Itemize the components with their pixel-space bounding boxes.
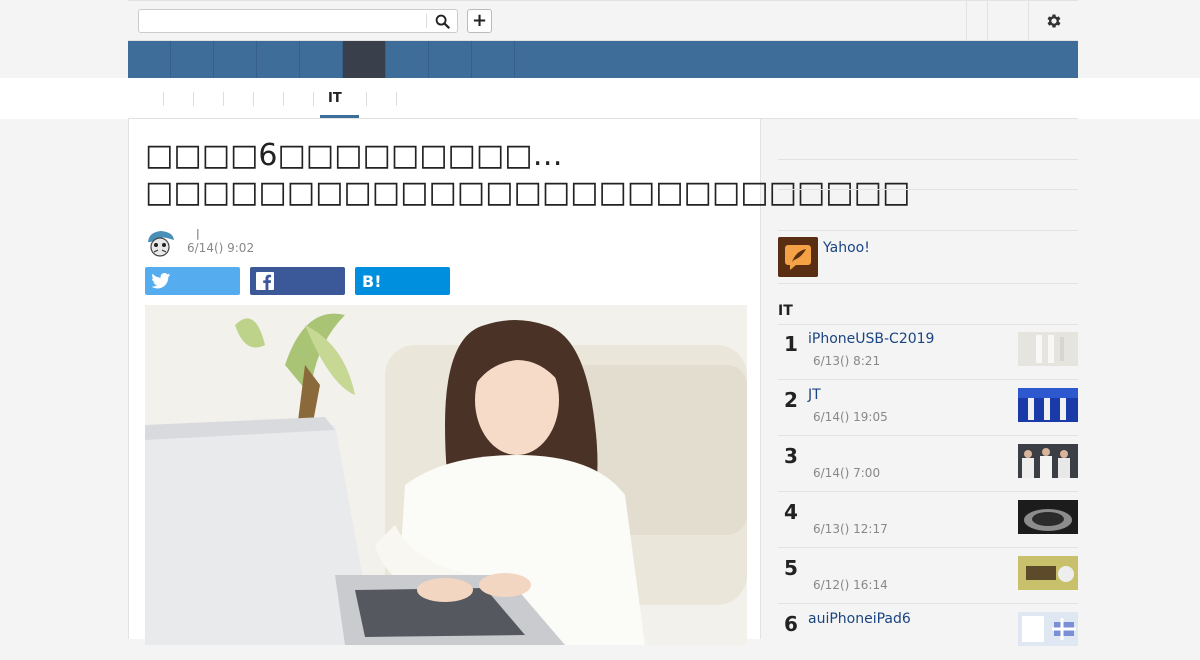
nav-item-9[interactable] (472, 41, 515, 78)
settings-button[interactable] (1028, 1, 1078, 40)
toolbar-right (966, 1, 1078, 40)
sub-nav: IT (0, 78, 1200, 119)
rank-title-link[interactable]: auiPhoneiPad6 (808, 611, 911, 627)
toolbar-slot-2[interactable] (987, 1, 1028, 40)
rank-date: 6/14() 19:05 (813, 410, 888, 424)
category-nav (128, 41, 1078, 78)
sub-nav-inner: IT (128, 78, 1078, 119)
nav-item-active[interactable] (343, 41, 386, 78)
rank-number: 2 (784, 388, 798, 412)
rank-number: 1 (784, 332, 798, 356)
yahoo-link[interactable]: Yahoo! (823, 240, 870, 256)
hatena-bookmark-button[interactable]: B! (355, 267, 450, 295)
sub-nav-divider (396, 92, 397, 106)
sidebar-divider (778, 189, 1078, 190)
toolbar-slot-1[interactable] (966, 1, 987, 40)
active-tab-indicator (320, 115, 359, 118)
tab-it[interactable]: IT (328, 91, 342, 106)
sidebar-divider (778, 283, 1078, 284)
sidebar-divider (778, 159, 1078, 160)
article-title: □□□□6□□□□□□□□□…□□□□□□□□□□□□□□□□□□□□□□□□□… (145, 138, 911, 210)
byline-separator: | (196, 227, 200, 240)
phone-thumbnail (1018, 612, 1078, 646)
hatena-icon: B! (362, 272, 382, 290)
rank-number: 5 (784, 556, 798, 580)
add-button[interactable]: + (467, 9, 492, 33)
sub-nav-divider (223, 92, 224, 106)
facebook-share-button[interactable] (250, 267, 345, 295)
nav-item-8[interactable] (429, 41, 472, 78)
sub-nav-divider (193, 92, 194, 106)
rank-number: 3 (784, 444, 798, 468)
ranking-item-1[interactable]: 1 iPhoneUSB-C2019 6/13() 8:21 (778, 324, 1078, 380)
rank-date: 6/14() 7:00 (813, 466, 881, 480)
rank-date: 6/13() 8:21 (813, 354, 881, 368)
rank-number: 6 (784, 612, 798, 636)
article-main: □□□□6□□□□□□□□□…□□□□□□□□□□□□□□□□□□□□□□□□□… (128, 119, 911, 645)
gear-icon (1047, 13, 1060, 28)
rank-date: 6/13() 12:17 (813, 522, 888, 536)
facebook-icon (256, 272, 274, 290)
rank-title-link[interactable]: iPhoneUSB-C2019 (808, 331, 934, 347)
sidebar-divider (778, 230, 1078, 231)
search-input[interactable] (141, 10, 435, 32)
sidebar: Yahoo! IT 1 iPhoneUSB-C2019 6/13() 8:21 … (778, 119, 1078, 646)
ranking-item-3[interactable]: 3 6/14() 7:00 (778, 436, 1078, 492)
ranking-heading: IT (778, 303, 793, 319)
search-divider (426, 14, 427, 28)
rank-date: 6/12() 16:14 (813, 578, 888, 592)
cables-thumbnail (1018, 332, 1078, 366)
nav-item-5[interactable] (300, 41, 343, 78)
device-thumbnail (1018, 500, 1078, 534)
nav-item-2[interactable] (171, 41, 214, 78)
event-thumbnail (1018, 388, 1078, 422)
search-box (138, 9, 458, 33)
rank-number: 4 (784, 500, 798, 524)
ranking-item-4[interactable]: 4 6/13() 12:17 (778, 492, 1078, 548)
sub-nav-divider (253, 92, 254, 106)
twitter-share-button[interactable] (145, 267, 240, 295)
ranking-item-2[interactable]: 2 JT 6/14() 19:05 (778, 380, 1078, 436)
yahoo-feather-icon (778, 237, 818, 277)
sub-nav-divider (313, 92, 314, 106)
twitter-icon (151, 273, 171, 289)
article-hero-image (145, 305, 747, 645)
ranking-item-5[interactable]: 5 6/12() 16:14 (778, 548, 1078, 604)
svg-text:B!: B! (362, 272, 382, 290)
ranking-item-6[interactable]: 6 auiPhoneiPad6 (778, 604, 1078, 660)
top-toolbar: + (128, 0, 1078, 41)
sub-nav-divider (366, 92, 367, 106)
sub-nav-divider (163, 92, 164, 106)
search-button[interactable] (431, 12, 453, 30)
sub-nav-divider (283, 92, 284, 106)
nav-item-4[interactable] (257, 41, 300, 78)
food-thumbnail (1018, 556, 1078, 590)
nav-item-7[interactable] (386, 41, 429, 78)
search-icon (435, 14, 450, 29)
nav-item-3[interactable] (214, 41, 257, 78)
article-date: 6/14() 9:02 (187, 241, 255, 255)
author-avatar-icon (145, 228, 177, 258)
rank-title-link[interactable]: JT (808, 387, 821, 403)
people-thumbnail (1018, 444, 1078, 478)
nav-item-1[interactable] (128, 41, 171, 78)
